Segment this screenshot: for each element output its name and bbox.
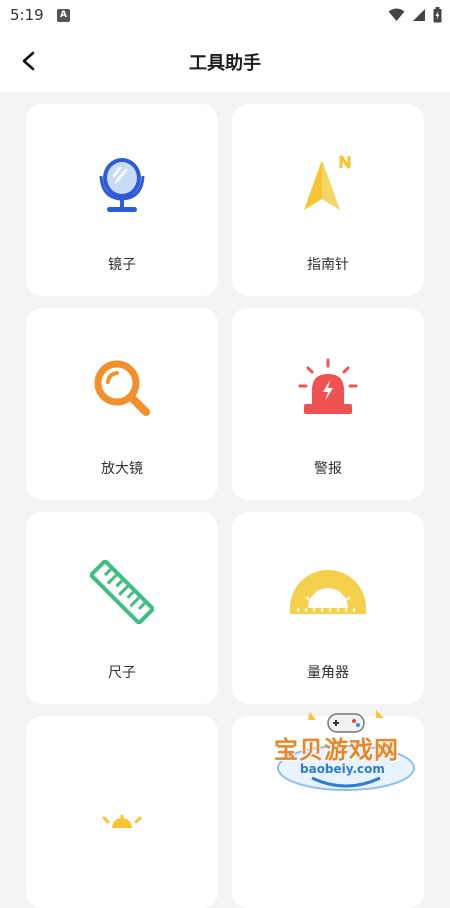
status-bar: 5:19 A [0, 0, 450, 30]
page-title: 工具助手 [189, 53, 261, 74]
ruler-icon [90, 560, 154, 624]
watermark-logo: 宝贝游戏网 baobeiy.com [272, 708, 420, 792]
compass-icon [296, 152, 360, 216]
tool-label: 警报 [314, 461, 342, 477]
tool-label: 指南针 [307, 257, 349, 273]
tool-card-magnifier[interactable]: 放大镜 [26, 308, 218, 500]
tool-label: 量角器 [307, 665, 349, 681]
status-icons [388, 7, 442, 23]
sun-icon [90, 764, 154, 828]
tool-card-ruler[interactable]: 尺子 [26, 512, 218, 704]
tool-card-mirror[interactable]: 镜子 [26, 104, 218, 296]
tool-label: 放大镜 [101, 461, 143, 477]
battery-icon [433, 7, 442, 23]
tool-card-protractor[interactable]: 量角器 [232, 512, 424, 704]
watermark-url: baobeiy.com [300, 762, 385, 776]
watermark-text: 宝贝游戏网 [274, 736, 399, 764]
mirror-icon [90, 152, 154, 216]
protractor-icon [290, 560, 366, 624]
tool-card-sun[interactable] [26, 716, 218, 908]
alarm-icon [296, 356, 360, 420]
tool-card-alarm[interactable]: 警报 [232, 308, 424, 500]
app-header: 工具助手 [0, 30, 450, 92]
tool-card-compass[interactable]: 指南针 [232, 104, 424, 296]
signal-icon [413, 9, 425, 21]
magnifier-icon [90, 356, 154, 420]
tool-label: 尺子 [108, 665, 136, 681]
status-time: 5:19 [10, 6, 44, 24]
tool-label: 镜子 [108, 257, 136, 273]
notification-a-icon: A [57, 9, 70, 22]
wifi-icon [388, 8, 405, 21]
